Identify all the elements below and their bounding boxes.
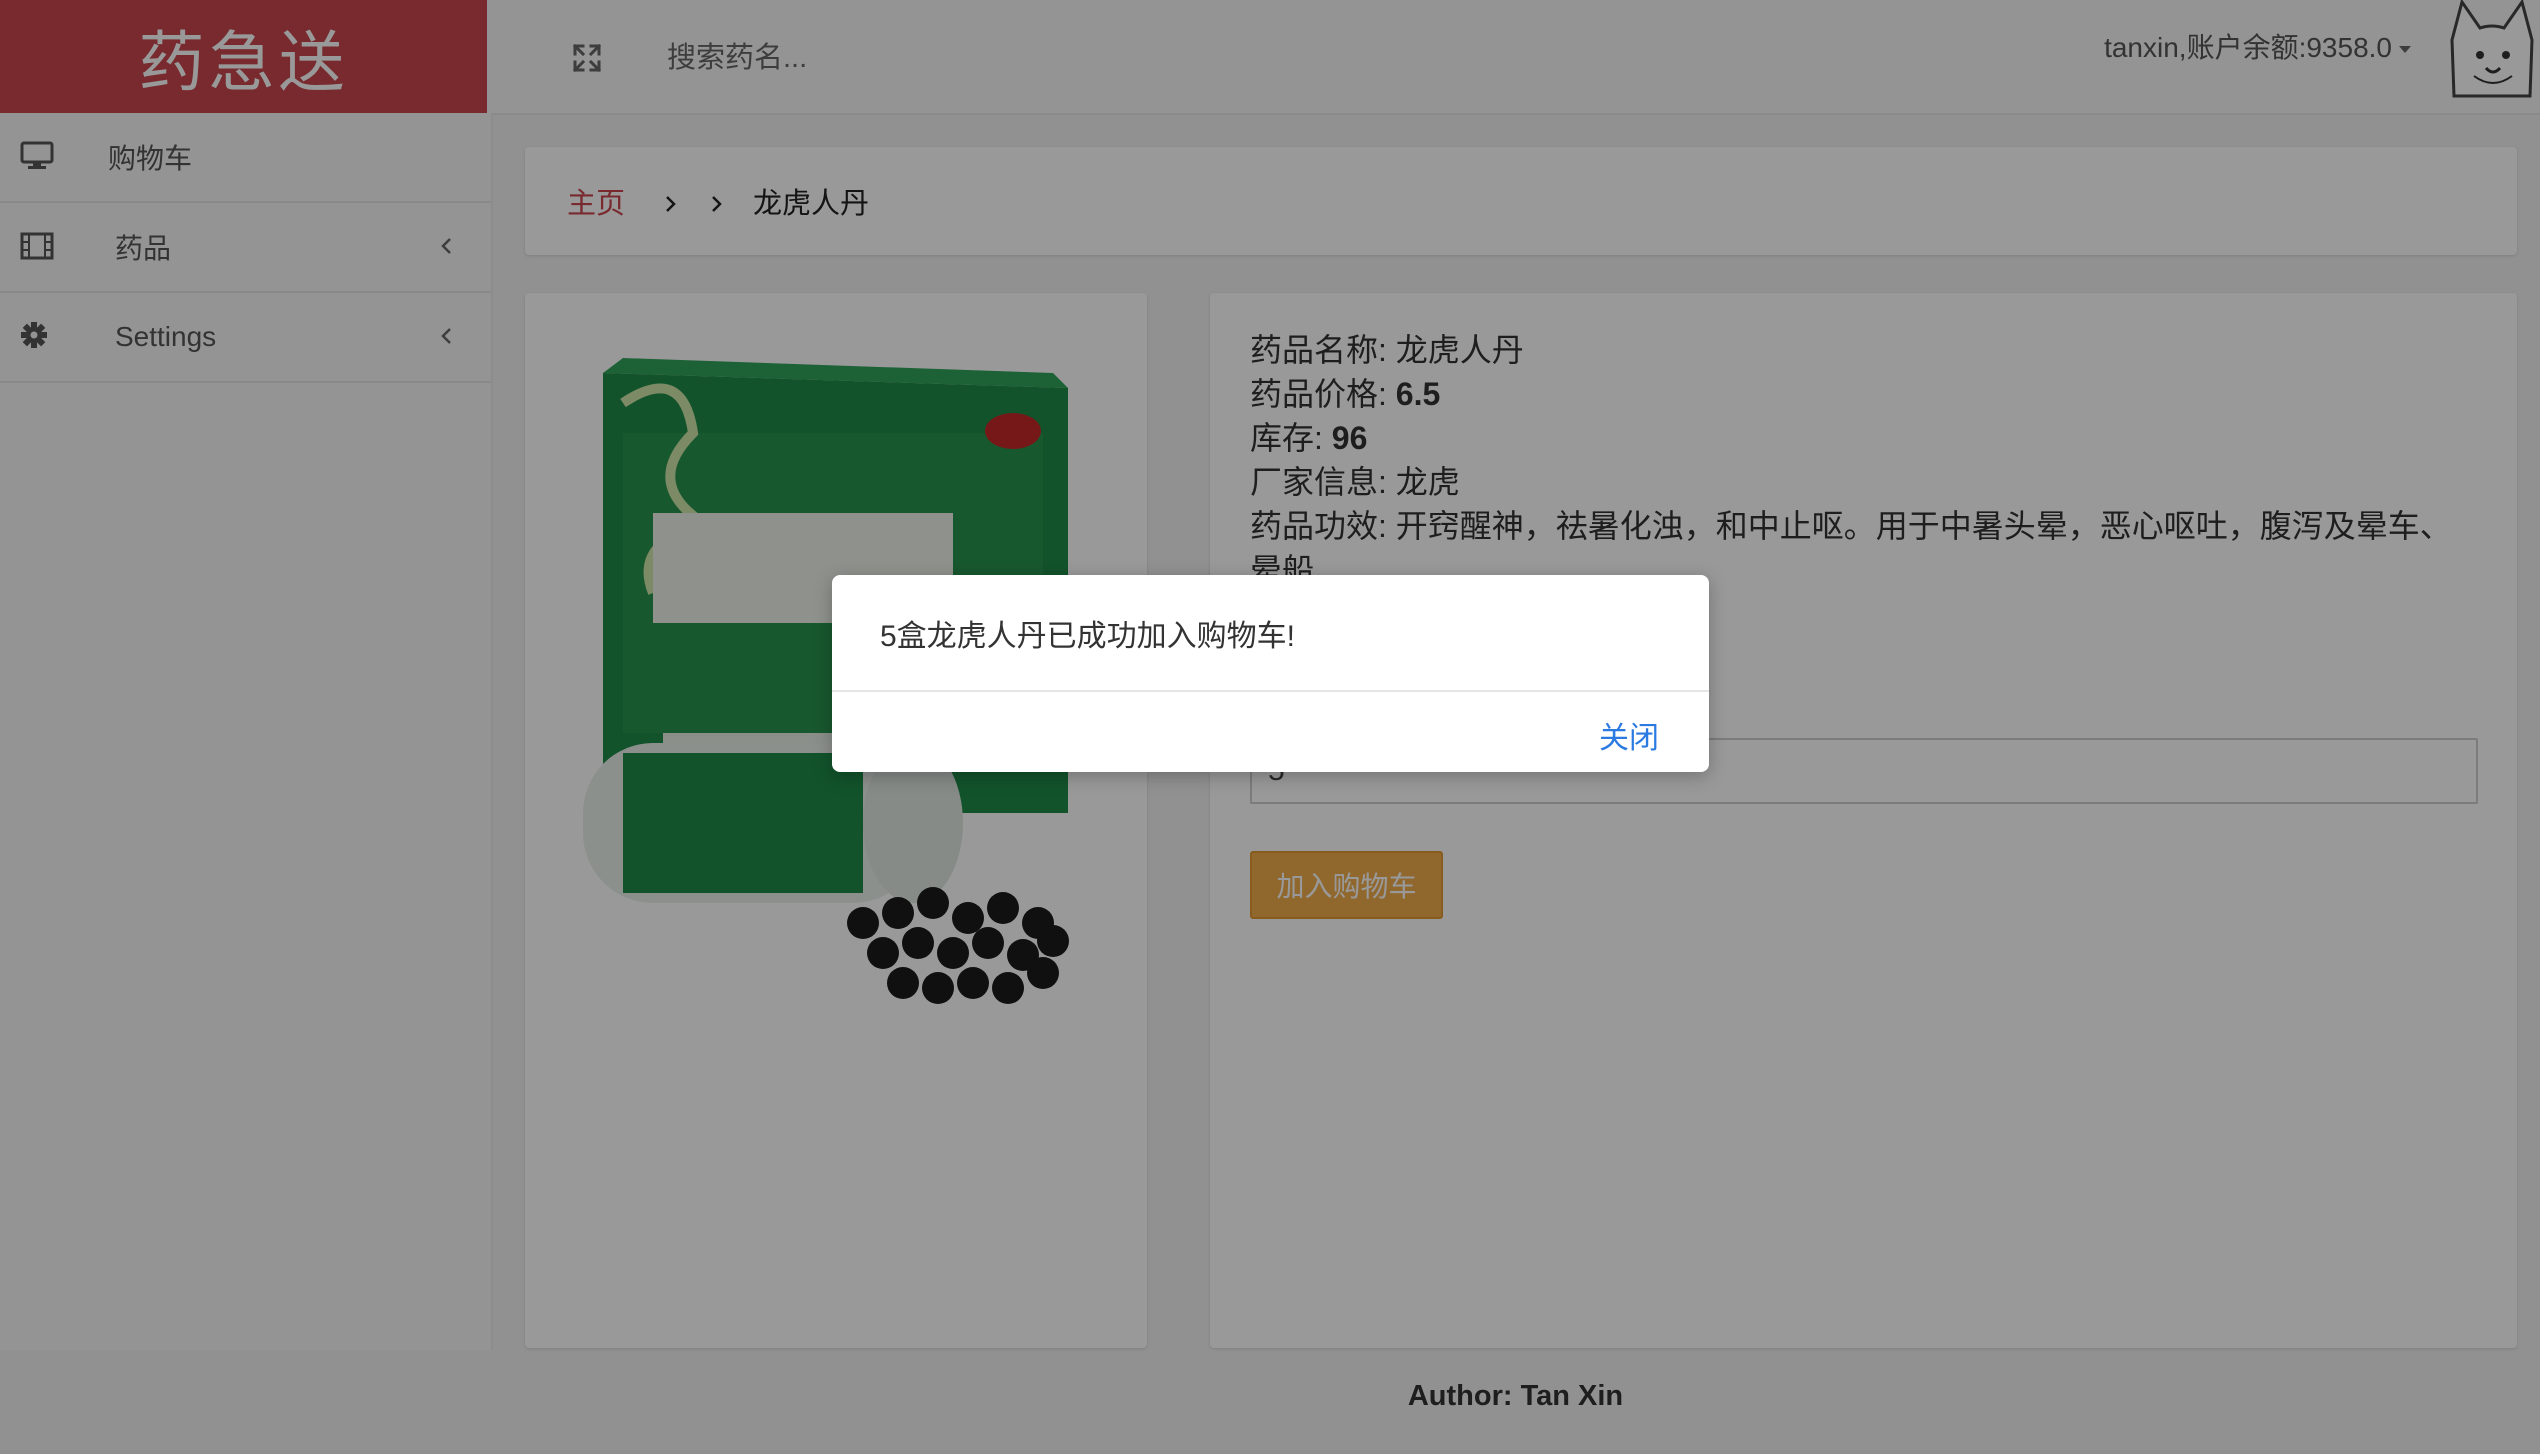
close-button[interactable]: 关闭 [1599, 713, 1659, 757]
cart-success-dialog: 5盒龙虎人丹已成功加入购物车! 关闭 [832, 575, 1709, 772]
dialog-message: 5盒龙虎人丹已成功加入购物车! [832, 575, 1709, 692]
